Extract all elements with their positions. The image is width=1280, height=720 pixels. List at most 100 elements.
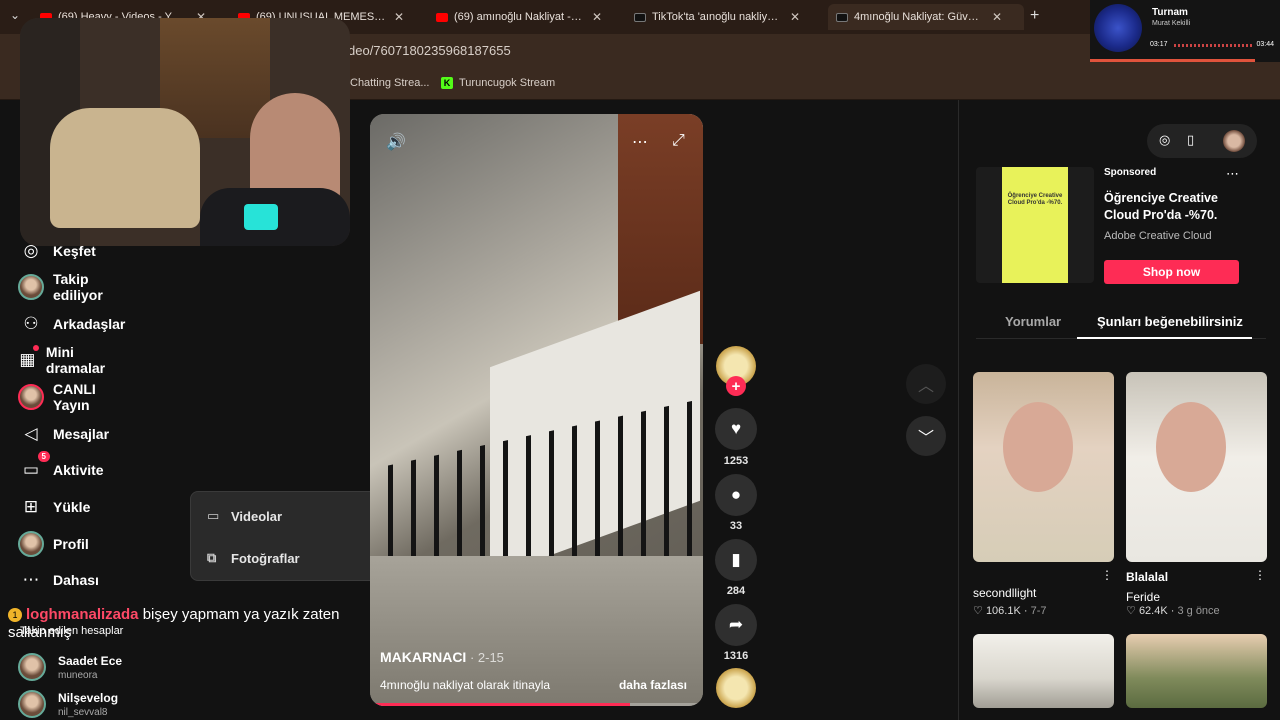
volume-icon[interactable]: 🔊 bbox=[386, 132, 406, 152]
tab-title: TikTok'ta 'aınoğlu nakliyat' bulun bbox=[652, 11, 782, 23]
browser-tab[interactable]: (69) amınoğlu Nakliyat - YouTube ✕ bbox=[428, 4, 624, 30]
browser-tab[interactable]: TikTok'ta 'aınoğlu nakliyat' bulun ✕ bbox=[626, 4, 822, 30]
fullscreen-icon[interactable]: ⤢ bbox=[672, 132, 685, 150]
video-date: · 2-15 bbox=[466, 650, 504, 665]
tab-title: 4mınoğlu Nakliyat: Güvenilir Taşımacılık bbox=[854, 11, 984, 23]
sidebar-item-mini[interactable]: ▦ Mini dramalar bbox=[18, 344, 112, 376]
sidebar-item-yukle[interactable]: ⊞ Yükle bbox=[18, 493, 90, 521]
photos-icon: ⧉ bbox=[207, 550, 217, 565]
music-disc-icon[interactable] bbox=[716, 668, 756, 708]
film-icon: ▦ bbox=[18, 345, 39, 373]
heart-outline-icon: ♡ bbox=[1126, 605, 1136, 617]
bookmark-item[interactable]: Chatting Strea... bbox=[350, 77, 430, 89]
ad-title[interactable]: Öğrenciye Creative Cloud Pro'da -%70. bbox=[1104, 190, 1244, 224]
sidebar-item-label: Aktivite bbox=[53, 462, 104, 478]
ad-phone: Öğrenciye Creative Cloud Pro'da -%70. bbox=[1002, 167, 1068, 283]
thumbnail-subject bbox=[1003, 402, 1073, 492]
ad-thumb-text: Öğrenciye Creative Cloud Pro'da -%70. bbox=[1007, 193, 1063, 206]
like-count: 1253 bbox=[723, 455, 749, 467]
video-author[interactable]: MAKARNACI · 2-15 bbox=[380, 649, 504, 665]
sidebar-item-label: Dahası bbox=[53, 572, 99, 588]
profile-avatar bbox=[18, 531, 44, 557]
account-handle: muneora bbox=[58, 669, 98, 681]
ad-more-icon[interactable]: ⋯ bbox=[1226, 166, 1239, 182]
close-tab-icon[interactable]: ✕ bbox=[992, 10, 1002, 24]
sponsored-label: Sponsored bbox=[1104, 167, 1157, 178]
ad-thumbnail[interactable]: Öğrenciye Creative Cloud Pro'da -%70. bbox=[976, 167, 1094, 283]
tab-search-chevron-icon[interactable]: ⌄ bbox=[10, 8, 20, 22]
previous-video-button[interactable]: ︿ bbox=[906, 364, 946, 404]
suggested-video-thumbnail[interactable] bbox=[1126, 372, 1267, 562]
sidebar-item-takip[interactable]: Takip ediliyor bbox=[18, 271, 103, 303]
bookmark-item[interactable]: K Turuncugok Stream bbox=[441, 77, 555, 89]
shop-now-button[interactable]: Shop now bbox=[1104, 260, 1239, 284]
sidebar-item-profil[interactable]: Profil bbox=[18, 530, 89, 558]
sidebar-item-aktivite[interactable]: ▭ 5 Aktivite bbox=[18, 451, 104, 484]
share-icon: ➦ bbox=[728, 615, 744, 634]
inbox-icon: ▭ 5 bbox=[18, 451, 50, 483]
sidebar-item-kesfet[interactable]: ◎ Keşfet bbox=[18, 237, 96, 265]
suggested-video-thumbnail[interactable] bbox=[973, 372, 1114, 562]
heart-outline-icon: ♡ bbox=[973, 605, 983, 617]
dropdown-item-label: Fotoğraflar bbox=[231, 550, 300, 566]
url-field[interactable]: deo/7607180235968187655 bbox=[348, 43, 511, 58]
dropdown-item-videos[interactable]: ▭ Videolar bbox=[207, 508, 282, 524]
sidebar-item-label: Yükle bbox=[53, 499, 91, 515]
suggested-video-thumbnail[interactable] bbox=[1126, 634, 1267, 708]
account-handle: nil_sevval8 bbox=[58, 706, 108, 718]
save-button[interactable]: ▮ bbox=[715, 539, 757, 581]
sidebar-item-label: Profil bbox=[53, 536, 89, 552]
device-icon[interactable]: ▯ bbox=[1187, 132, 1194, 148]
sidebar-item-mesajlar[interactable]: ◁ Mesajlar bbox=[18, 420, 109, 448]
sidebar-item-dahasi[interactable]: ⋯ Dahası bbox=[18, 566, 99, 594]
video-progress-fill bbox=[370, 703, 630, 706]
suggested-username[interactable]: Blalalal bbox=[1126, 570, 1168, 584]
author-name[interactable]: MAKARNACI bbox=[380, 649, 466, 665]
close-tab-icon[interactable]: ✕ bbox=[790, 10, 800, 24]
tab-suggested[interactable]: Şunları beğenebilirsiniz bbox=[1097, 314, 1243, 329]
elapsed-time: 03:17 bbox=[1150, 41, 1168, 48]
followed-account[interactable]: Nilşevelog nil_sevval8 bbox=[18, 690, 118, 718]
sidebar-item-arkadaslar[interactable]: ⚇ Arkadaşlar bbox=[18, 310, 125, 338]
new-tab-button[interactable]: + bbox=[1030, 7, 1039, 25]
browser-tab[interactable]: 4mınoğlu Nakliyat: Güvenilir Taşımacılık… bbox=[828, 4, 1024, 30]
share-count: 1316 bbox=[723, 650, 749, 662]
sidebar-item-label: Keşfet bbox=[53, 243, 96, 259]
kick-icon: K bbox=[441, 77, 453, 89]
more-icon[interactable]: ⋯ bbox=[632, 132, 648, 152]
suggested-meta: ♡ 106.1K · 7-7 bbox=[973, 605, 1047, 617]
suggested-more-icon[interactable]: ⋮ bbox=[1101, 568, 1113, 582]
suggested-more-icon[interactable]: ⋮ bbox=[1254, 568, 1266, 582]
account-name: Nilşevelog bbox=[58, 690, 119, 705]
video-player[interactable]: 🔊 ⋯ ⤢ MAKARNACI · 2-15 4mınoğlu nakliyat… bbox=[370, 114, 703, 706]
next-video-button[interactable]: ﹀ bbox=[906, 416, 946, 456]
sidebar-item-canli[interactable]: CANLI Yayın bbox=[18, 381, 96, 413]
bookmark-label: Chatting Strea... bbox=[350, 77, 430, 89]
waveform bbox=[1174, 44, 1254, 47]
follow-plus-icon[interactable]: + bbox=[726, 376, 746, 396]
account-avatar bbox=[18, 690, 46, 718]
comment-button[interactable]: ● bbox=[715, 474, 757, 516]
tiktok-favicon-icon bbox=[634, 12, 646, 22]
suggested-username[interactable]: secondllight bbox=[973, 586, 1036, 600]
compass-icon[interactable]: ◎ bbox=[1159, 132, 1170, 148]
close-tab-icon[interactable]: ✕ bbox=[394, 10, 404, 24]
suggested-video-thumbnail[interactable] bbox=[973, 634, 1114, 708]
profile-avatar[interactable] bbox=[1223, 130, 1245, 152]
see-more-link[interactable]: daha fazlası bbox=[619, 678, 687, 692]
new-dot bbox=[32, 345, 39, 351]
dropdown-item-photos[interactable]: ⧉ Fotoğraflar bbox=[207, 550, 300, 566]
notification-badge: 5 bbox=[37, 451, 50, 462]
now-playing-overlay: Turnam Murat Kekilli 03:17 03:44 bbox=[1090, 0, 1280, 62]
song-title: Turnam bbox=[1152, 7, 1188, 18]
followed-account[interactable]: Saadet Ece muneora bbox=[18, 653, 122, 681]
video-progress[interactable] bbox=[370, 703, 703, 706]
ad-brand: Adobe Creative Cloud bbox=[1104, 230, 1212, 242]
close-tab-icon[interactable]: ✕ bbox=[592, 10, 602, 24]
chat-username: loghmanalizada bbox=[26, 606, 139, 623]
share-button[interactable]: ➦ bbox=[715, 604, 757, 646]
youtube-favicon-icon bbox=[436, 12, 448, 22]
like-button[interactable]: ♥ bbox=[715, 408, 757, 450]
suggested-date: 3 g önce bbox=[1177, 605, 1220, 617]
tab-comments[interactable]: Yorumlar bbox=[1005, 314, 1061, 329]
